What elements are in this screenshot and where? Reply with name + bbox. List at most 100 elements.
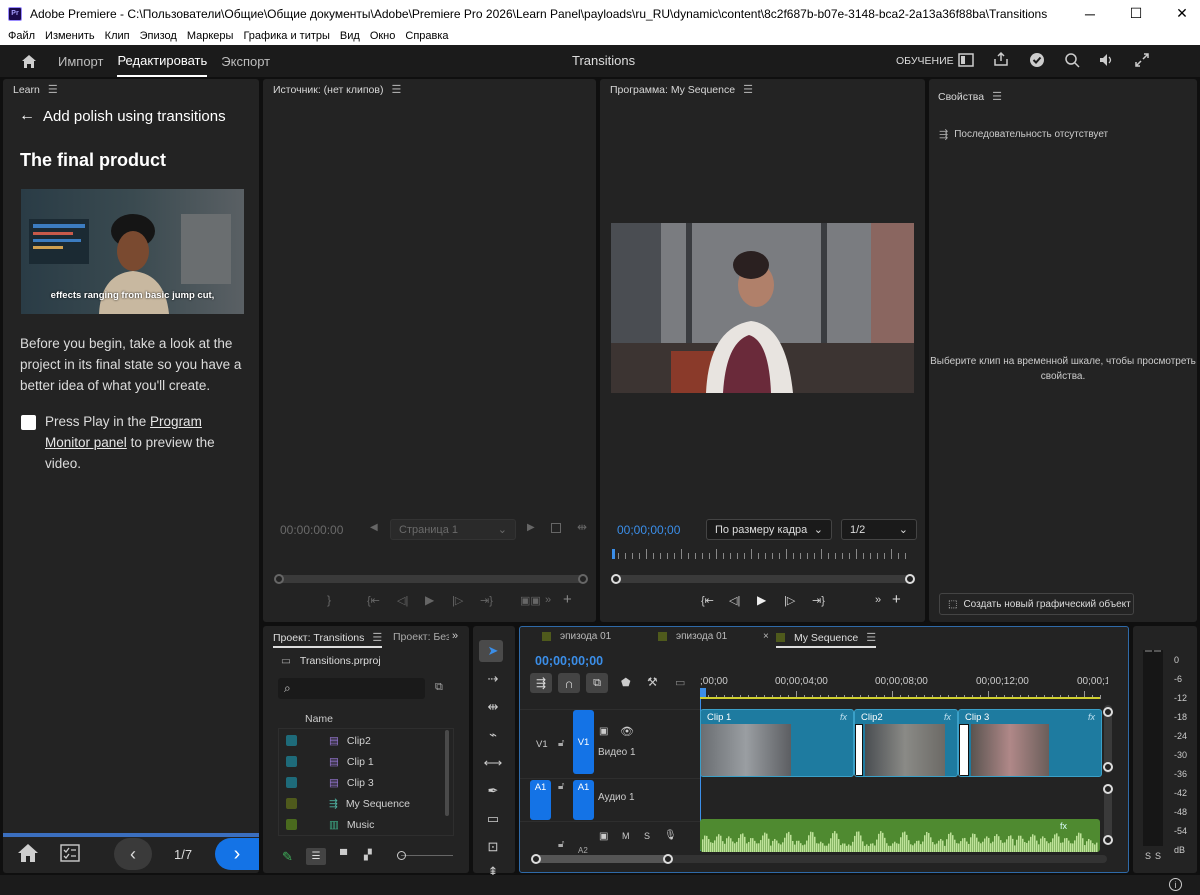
scroll-handle-right[interactable] [905,574,915,584]
mark-out-icon[interactable]: ▶ [527,522,535,533]
scroll-handle[interactable] [1103,784,1113,794]
learn-back-link[interactable]: ← Add polish using transitions [19,107,226,125]
search-zoom-icon[interactable] [1064,52,1080,71]
timeline-tab-2[interactable]: эпизода 01 [658,631,727,642]
a1-source-button[interactable]: A1 [530,780,551,820]
marker-icon[interactable]: ⬟ [621,676,631,689]
menu-help[interactable]: Справка [405,30,448,42]
panel-menu-icon[interactable]: ☰ [743,83,753,96]
tab-edit[interactable]: Редактировать [117,45,208,77]
program-fit-select[interactable]: По размеру кадра ⌄ [706,519,832,540]
insert-icon[interactable]: ▣▣ [520,594,541,607]
mark-clip-icon[interactable]: } [327,593,331,607]
project-scrollbar[interactable] [445,730,449,816]
label-color-swatch[interactable] [286,756,297,767]
panel-overflow-icon[interactable]: » [452,630,458,642]
menu-view[interactable]: Вид [340,30,360,42]
clip-2[interactable]: Clip2 fx [854,709,958,777]
transition-marker[interactable] [855,724,863,776]
export-frame-icon[interactable] [551,523,561,533]
linked-selection-icon[interactable]: ⧉ [586,673,608,693]
zoom-slider-handle[interactable] [397,851,406,860]
program-quality-select[interactable]: 1/2 ⌄ [841,519,917,540]
step-back-icon[interactable]: ◁| [729,594,740,607]
freeform-view-icon[interactable]: ▞ [364,850,372,861]
a2-label[interactable]: A2 [578,846,588,855]
microphone-icon[interactable]: 🎙︎ [664,830,677,841]
menu-graphics[interactable]: Графика и титры [243,30,329,42]
fx-badge[interactable]: fx [1088,712,1095,722]
minimize-button[interactable]: ─ [1067,0,1113,27]
scroll-handle-left[interactable] [611,574,621,584]
scroll-handle-right[interactable] [663,854,673,864]
home-button[interactable] [0,54,58,69]
name-column-header[interactable]: Name [305,713,333,725]
menu-clip[interactable]: Клип [105,30,130,42]
panel-menu-icon[interactable]: ☰ [372,631,382,644]
track-select-icon[interactable]: ⇢ [483,669,503,689]
new-graphic-button[interactable]: ⬚ Создать новый графический объект [939,593,1134,615]
find-icon[interactable]: ⧉ [435,681,443,694]
check-status-icon[interactable] [1029,52,1045,71]
scroll-handle[interactable] [1103,707,1113,717]
step-forward-icon[interactable]: |▷ [784,594,795,607]
film-icon[interactable]: ▣ [599,726,608,737]
playhead-head[interactable] [700,688,706,697]
icon-view-icon[interactable]: ▀ [340,850,347,861]
scroll-handle-left[interactable] [531,854,541,864]
play-icon[interactable]: ▶ [425,593,434,607]
menu-window[interactable]: Окно [370,30,396,42]
transition-marker[interactable] [959,724,969,776]
pen-tool-icon[interactable]: ✒ [483,781,503,801]
label-color-swatch[interactable] [286,735,297,746]
rectangle-tool-icon[interactable]: ▭ [483,809,503,829]
panel-menu-icon[interactable]: ☰ [391,83,401,96]
tab-import[interactable]: Импорт [58,45,103,77]
clip-1[interactable]: Clip 1 fx [700,709,854,777]
add-button-icon[interactable]: + [892,591,901,608]
list-view-icon[interactable]: ☰ [306,848,326,865]
time-ruler[interactable]: ;00;00 00;00;04;00 00;00;08;00 00;00;12;… [700,673,1108,703]
project-search-input[interactable]: ⌕ [278,678,425,699]
program-time-ruler[interactable] [612,549,914,563]
v1-target-button[interactable]: V1 [573,710,594,774]
step-back-icon[interactable]: ◁| [397,594,408,607]
program-video-frame[interactable] [611,223,914,393]
settings-icon[interactable]: ⇹ [577,520,587,534]
fx-badge[interactable]: fx [840,712,847,722]
more-icon[interactable]: » [545,594,551,606]
music-audio-clip[interactable]: fx [700,819,1100,852]
menu-sequence[interactable]: Эпизод [140,30,177,42]
menu-file[interactable]: Файл [8,30,35,42]
lock-icon[interactable]: 🔓︎ [558,738,564,749]
scroll-handle[interactable] [1103,762,1113,772]
play-icon[interactable]: ▶ [757,593,766,607]
project-item[interactable]: ▤ Clip 3 [279,772,455,793]
info-icon[interactable]: i [1169,878,1182,891]
next-page-button[interactable]: › [215,838,259,870]
go-to-in-icon[interactable]: {⇤ [701,594,714,607]
add-button-icon[interactable]: + [563,591,572,608]
prev-page-button[interactable]: ‹ [114,838,152,870]
tab-export[interactable]: Экспорт [221,45,270,77]
panel-menu-icon[interactable]: ☰ [48,83,58,96]
step-forward-icon[interactable]: |▷ [452,594,463,607]
scroll-handle-right[interactable] [578,574,588,584]
project-tab-other[interactable]: Проект: Без [393,631,449,643]
project-item[interactable]: ▤ Clip2 [279,730,455,751]
solo-left-button[interactable]: S [1145,851,1151,861]
menu-edit[interactable]: Изменить [45,30,95,42]
scroll-handle-left[interactable] [274,574,284,584]
label-color-swatch[interactable] [286,798,297,809]
lock-icon[interactable]: 🔓︎ [558,781,564,792]
maximize-button[interactable]: ☐ [1113,0,1159,27]
go-to-in-icon[interactable]: {⇤ [367,594,380,607]
hand-tool-icon[interactable]: ⊡ [483,837,503,857]
task-checkbox[interactable] [21,415,36,430]
timeline-tab-active[interactable]: My Sequence ☰ [776,631,877,648]
menu-markers[interactable]: Маркеры [187,30,234,42]
close-tab-icon[interactable]: × [763,631,769,642]
go-to-out-icon[interactable]: ⇥} [480,594,493,607]
solo-button[interactable]: S [644,831,650,841]
ripple-edit-icon[interactable]: ⇹ [483,697,503,717]
